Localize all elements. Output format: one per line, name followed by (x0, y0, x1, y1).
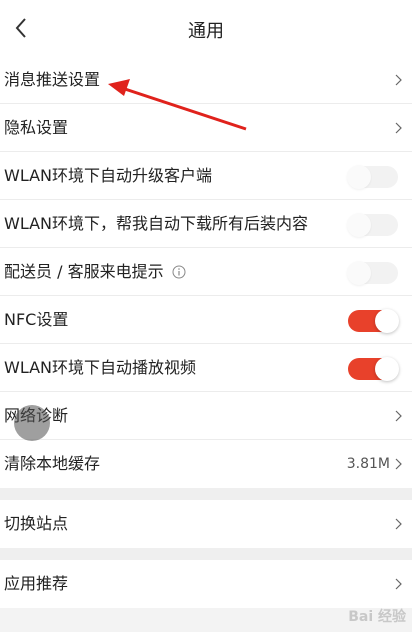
setting-clear-cache[interactable]: 清除本地缓存 3.81M (0, 440, 412, 488)
settings-group-station: 切换站点 (0, 500, 412, 548)
setting-label: 配送员 / 客服来电提示 (4, 262, 164, 281)
setting-privacy[interactable]: 隐私设置 (0, 104, 412, 152)
toggle-knob (347, 213, 371, 237)
toggle-knob (375, 309, 399, 333)
setting-label: NFC设置 (4, 310, 69, 329)
chevron-right-icon (395, 458, 402, 470)
setting-courier-call-alert: 配送员 / 客服来电提示 (0, 248, 412, 296)
settings-group-main: 消息推送设置 隐私设置 WLAN环境下自动升级客户端 WLAN环境下，帮我自动下… (0, 56, 412, 488)
setting-nfc: NFC设置 (0, 296, 412, 344)
setting-network-diagnosis[interactable]: 网络诊断 (0, 392, 412, 440)
toggle-switch[interactable] (348, 357, 399, 381)
toggle-switch[interactable] (347, 213, 398, 237)
section-divider (0, 548, 412, 560)
setting-push-notifications[interactable]: 消息推送设置 (0, 56, 412, 104)
chevron-right-icon (395, 122, 402, 134)
toggle-knob (347, 165, 371, 189)
chevron-right-icon (395, 518, 402, 530)
toggle-switch[interactable] (347, 261, 398, 285)
cache-size-value: 3.81M (346, 456, 390, 472)
setting-label: 隐私设置 (4, 118, 69, 137)
setting-label: 清除本地缓存 (4, 454, 101, 473)
setting-label: 应用推荐 (4, 574, 69, 593)
toggle-switch[interactable] (347, 165, 398, 189)
settings-group-recommend: 应用推荐 (0, 560, 412, 608)
setting-wlan-auto-download: WLAN环境下，帮我自动下载所有后装内容 (0, 200, 412, 248)
section-divider (0, 488, 412, 500)
setting-switch-station[interactable]: 切换站点 (0, 500, 412, 548)
info-icon[interactable] (172, 265, 186, 279)
setting-wlan-autoplay-video: WLAN环境下自动播放视频 (0, 344, 412, 392)
setting-label: 切换站点 (4, 514, 69, 533)
setting-wlan-auto-upgrade: WLAN环境下自动升级客户端 (0, 152, 412, 200)
header: 通用 (0, 0, 412, 56)
chevron-right-icon (395, 410, 402, 422)
setting-label: 消息推送设置 (4, 70, 101, 89)
chevron-right-icon (395, 74, 402, 86)
setting-label: WLAN环境下自动升级客户端 (4, 166, 213, 185)
toggle-switch[interactable] (348, 309, 399, 333)
page-title: 通用 (188, 21, 224, 42)
watermark-logo: Bai 经验 (348, 609, 406, 625)
setting-app-recommend[interactable]: 应用推荐 (0, 560, 412, 608)
toggle-knob (375, 357, 399, 381)
touch-indicator (14, 405, 50, 441)
toggle-knob (347, 261, 371, 285)
setting-label: WLAN环境下自动播放视频 (4, 358, 197, 377)
chevron-right-icon (395, 578, 402, 590)
setting-label: WLAN环境下，帮我自动下载所有后装内容 (4, 214, 309, 233)
